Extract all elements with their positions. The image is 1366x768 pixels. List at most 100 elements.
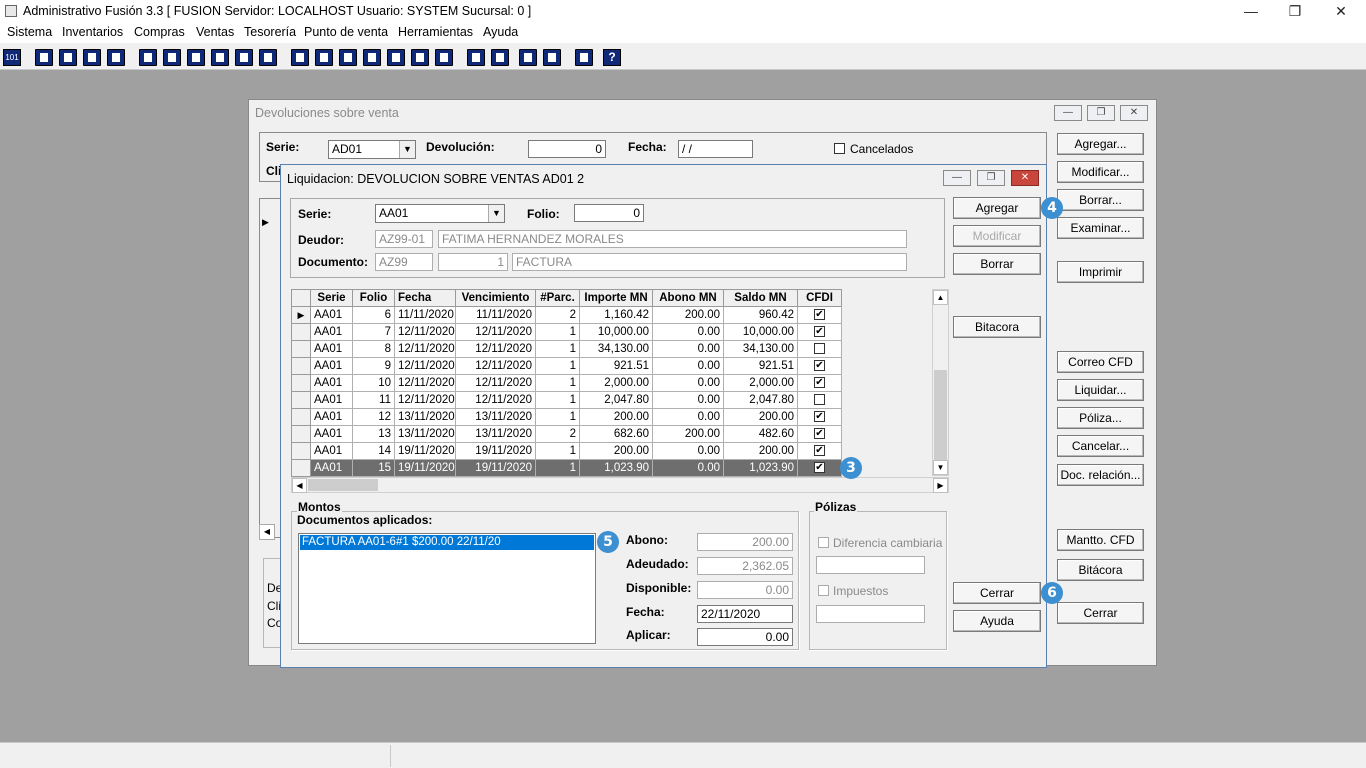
menu-herramientas[interactable]: Herramientas	[398, 25, 473, 39]
cell-saldo[interactable]: 921.51	[723, 357, 798, 375]
col-abono-mn[interactable]: Abono MN	[652, 289, 724, 307]
cell-fecha[interactable]: 19/11/2020	[394, 459, 456, 477]
toolbar-search-button[interactable]	[107, 49, 125, 66]
cell-parc[interactable]: 1	[535, 323, 580, 341]
cell-cfdi[interactable]	[797, 391, 842, 409]
cell-saldo[interactable]: 200.00	[723, 408, 798, 426]
liq-agregar-button[interactable]: Agregar	[953, 197, 1041, 219]
dev-cancelados-checkbox[interactable]	[834, 143, 845, 154]
toolbar-zoom-button[interactable]	[491, 49, 509, 66]
table-row[interactable]: ▶ AA01 6 11/11/2020 11/11/2020 2 1,160.42 200.0…	[291, 306, 842, 324]
cell-parc[interactable]: 1	[535, 459, 580, 477]
cfdi-checkbox[interactable]: ✔	[814, 309, 825, 321]
cfdi-checkbox[interactable]	[814, 343, 825, 355]
col-cfdi[interactable]: CFDI	[797, 289, 842, 307]
cell-importe[interactable]: 1,160.42	[579, 306, 653, 324]
cell-folio[interactable]: 12	[352, 408, 395, 426]
cfdi-checkbox[interactable]	[814, 394, 825, 406]
cell-saldo[interactable]: 1,023.90	[723, 459, 798, 477]
cfdi-checkbox[interactable]: ✔	[814, 445, 825, 457]
dev-examinar-button[interactable]: Examinar...	[1057, 217, 1144, 239]
row-indicator[interactable]	[291, 425, 311, 443]
cell-cfdi[interactable]: ✔	[797, 459, 842, 477]
toolbar-back-button[interactable]	[575, 49, 593, 66]
cell-abono[interactable]: 0.00	[652, 374, 724, 392]
dev-serie-select[interactable]: AD01 ▼	[328, 140, 416, 159]
toolbar-home-button[interactable]	[467, 49, 485, 66]
dev-devolucion-field[interactable]: 0	[528, 140, 606, 158]
cell-saldo[interactable]: 2,047.80	[723, 391, 798, 409]
toolbar-list-button[interactable]	[259, 49, 277, 66]
cell-importe[interactable]: 10,000.00	[579, 323, 653, 341]
cell-folio[interactable]: 15	[352, 459, 395, 477]
cell-importe[interactable]: 200.00	[579, 408, 653, 426]
cell-importe[interactable]: 682.60	[579, 425, 653, 443]
cell-cfdi[interactable]	[797, 340, 842, 358]
cfdi-checkbox[interactable]: ✔	[814, 428, 825, 440]
cell-folio[interactable]: 13	[352, 425, 395, 443]
cell-abono[interactable]: 0.00	[652, 459, 724, 477]
toolbar-money-button[interactable]	[387, 49, 405, 66]
cell-parc[interactable]: 1	[535, 340, 580, 358]
row-indicator[interactable]	[291, 442, 311, 460]
menu-sistema[interactable]: Sistema	[7, 25, 52, 39]
cell-vencimiento[interactable]: 12/11/2020	[455, 340, 536, 358]
cell-vencimiento[interactable]: 11/11/2020	[455, 306, 536, 324]
table-row[interactable]: AA01 12 13/11/2020 13/11/2020 1 200.00 0.00 200…	[291, 408, 842, 426]
cell-serie[interactable]: AA01	[310, 357, 353, 375]
impuestos-checkbox[interactable]	[818, 585, 829, 596]
dev-doc-relacion-button[interactable]: Doc. relación...	[1057, 464, 1144, 486]
toolbar-101-button[interactable]: 101	[3, 49, 21, 66]
menu-punto-de-venta[interactable]: Punto de venta	[304, 25, 388, 39]
menu-tesoreria[interactable]: Tesorería	[244, 25, 296, 39]
dev-poliza-button[interactable]: Póliza...	[1057, 407, 1144, 429]
cell-serie[interactable]: AA01	[310, 459, 353, 477]
cell-serie[interactable]: AA01	[310, 323, 353, 341]
liq-serie-select[interactable]: AA01 ▼	[375, 204, 505, 223]
dev-agregar-button[interactable]: Agregar...	[1057, 133, 1144, 155]
toolbar-help-button[interactable]: ?	[603, 49, 621, 66]
fecha-field[interactable]: 22/11/2020	[697, 605, 793, 623]
cell-abono[interactable]: 0.00	[652, 391, 724, 409]
toolbar-document-button[interactable]	[59, 49, 77, 66]
scroll-down-icon[interactable]: ▼	[933, 460, 948, 475]
cell-abono[interactable]: 0.00	[652, 408, 724, 426]
cell-parc[interactable]: 2	[535, 425, 580, 443]
cell-folio[interactable]: 9	[352, 357, 395, 375]
table-row[interactable]: AA01 9 12/11/2020 12/11/2020 1 921.51 0.00 921.…	[291, 357, 842, 375]
scroll-up-icon[interactable]: ▲	[933, 290, 948, 305]
cell-vencimiento[interactable]: 13/11/2020	[455, 408, 536, 426]
cell-importe[interactable]: 200.00	[579, 442, 653, 460]
cell-cfdi[interactable]: ✔	[797, 408, 842, 426]
liq-grid-hscrollbar[interactable]: ◀ ▶	[291, 477, 949, 493]
dev-liquidar-button[interactable]: Liquidar...	[1057, 379, 1144, 401]
table-row[interactable]: AA01 8 12/11/2020 12/11/2020 1 34,130.00 0.00 3…	[291, 340, 842, 358]
close-icon[interactable]: ✕	[1318, 0, 1364, 23]
cell-abono[interactable]: 0.00	[652, 323, 724, 341]
cell-parc[interactable]: 1	[535, 357, 580, 375]
cell-vencimiento[interactable]: 12/11/2020	[455, 357, 536, 375]
cell-vencimiento[interactable]: 13/11/2020	[455, 425, 536, 443]
cell-fecha[interactable]: 12/11/2020	[394, 357, 456, 375]
cell-serie[interactable]: AA01	[310, 425, 353, 443]
toolbar-report-button[interactable]	[411, 49, 429, 66]
cell-saldo[interactable]: 200.00	[723, 442, 798, 460]
cell-cfdi[interactable]: ✔	[797, 306, 842, 324]
restore-icon[interactable]: ❐	[1272, 0, 1318, 23]
liq-cerrar-button[interactable]: Cerrar	[953, 582, 1041, 604]
cell-parc[interactable]: 1	[535, 442, 580, 460]
cell-vencimiento[interactable]: 19/11/2020	[455, 442, 536, 460]
devoluciones-restore-icon[interactable]: ❐	[1087, 105, 1115, 121]
cell-parc[interactable]: 1	[535, 374, 580, 392]
col-importe-mn[interactable]: Importe MN	[579, 289, 653, 307]
cell-folio[interactable]: 6	[352, 306, 395, 324]
row-indicator[interactable]	[291, 323, 311, 341]
dev-modificar-button[interactable]: Modificar...	[1057, 161, 1144, 183]
cell-parc[interactable]: 1	[535, 391, 580, 409]
cell-folio[interactable]: 11	[352, 391, 395, 409]
cfdi-checkbox[interactable]: ✔	[814, 411, 825, 423]
col-serie[interactable]: Serie	[310, 289, 353, 307]
dev-borrar-button[interactable]: Borrar...	[1057, 189, 1144, 211]
scroll-thumb[interactable]	[934, 370, 947, 460]
cell-importe[interactable]: 2,047.80	[579, 391, 653, 409]
